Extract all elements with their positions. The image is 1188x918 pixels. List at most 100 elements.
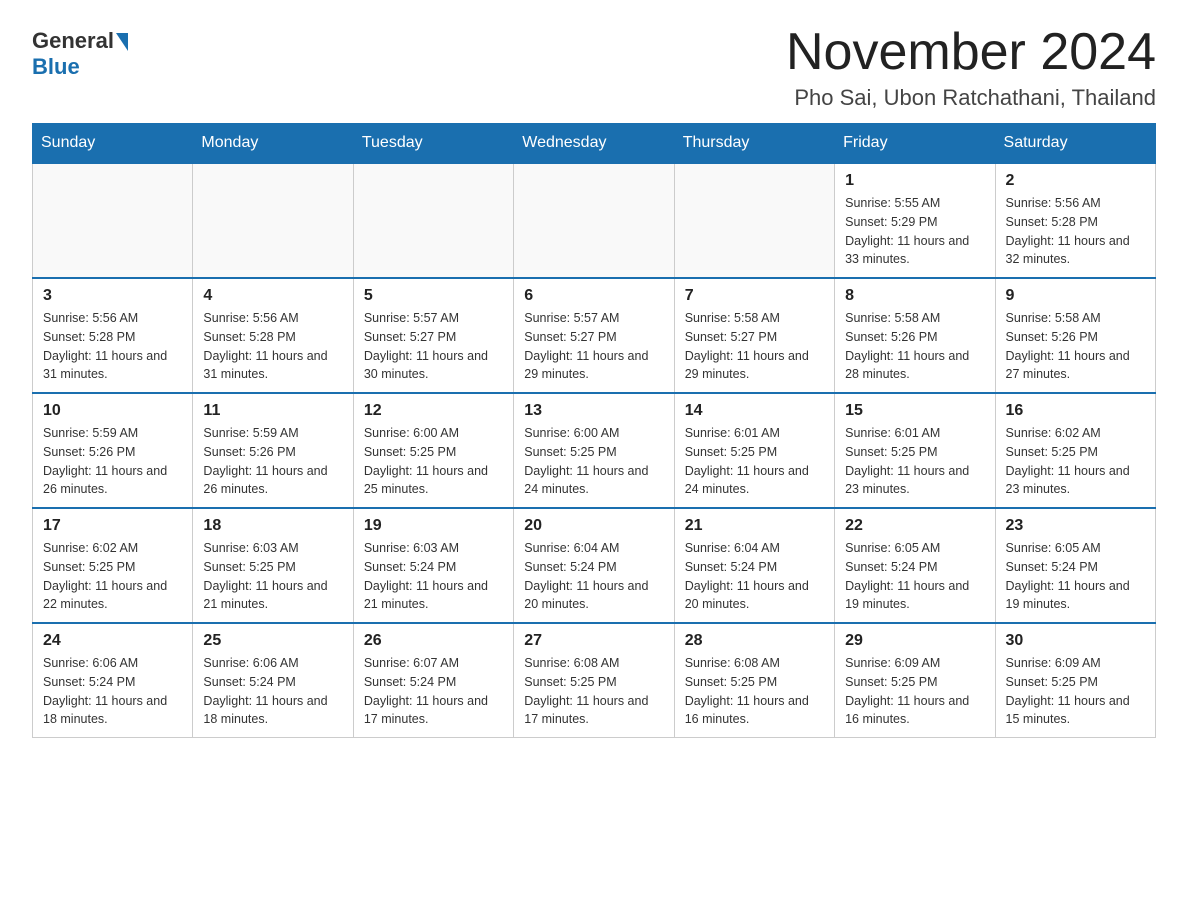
calendar-table: SundayMondayTuesdayWednesdayThursdayFrid… xyxy=(32,123,1156,738)
day-info: Sunrise: 6:00 AMSunset: 5:25 PMDaylight:… xyxy=(524,424,663,499)
day-info: Sunrise: 5:58 AMSunset: 5:26 PMDaylight:… xyxy=(1006,309,1145,384)
calendar-cell: 10 Sunrise: 5:59 AMSunset: 5:26 PMDayligh… xyxy=(33,393,193,508)
calendar-cell: 3 Sunrise: 5:56 AMSunset: 5:28 PMDaylight… xyxy=(33,278,193,393)
day-info: Sunrise: 5:56 AMSunset: 5:28 PMDaylight:… xyxy=(203,309,342,384)
day-info: Sunrise: 6:09 AMSunset: 5:25 PMDaylight:… xyxy=(845,654,984,729)
calendar-cell xyxy=(514,163,674,278)
calendar-week-3: 10 Sunrise: 5:59 AMSunset: 5:26 PMDayligh… xyxy=(33,393,1156,508)
calendar-cell: 12 Sunrise: 6:00 AMSunset: 5:25 PMDayligh… xyxy=(353,393,513,508)
day-info: Sunrise: 6:06 AMSunset: 5:24 PMDaylight:… xyxy=(43,654,182,729)
calendar-cell xyxy=(193,163,353,278)
day-number: 14 xyxy=(685,402,824,420)
day-number: 17 xyxy=(43,517,182,535)
logo: General Blue xyxy=(32,28,128,80)
day-info: Sunrise: 5:59 AMSunset: 5:26 PMDaylight:… xyxy=(203,424,342,499)
day-info: Sunrise: 6:03 AMSunset: 5:24 PMDaylight:… xyxy=(364,539,503,614)
column-header-tuesday: Tuesday xyxy=(353,124,513,164)
day-number: 11 xyxy=(203,402,342,420)
day-info: Sunrise: 5:58 AMSunset: 5:27 PMDaylight:… xyxy=(685,309,824,384)
calendar-cell: 5Sunrise: 5:57 AMSunset: 5:27 PMDaylight… xyxy=(353,278,513,393)
calendar-cell xyxy=(353,163,513,278)
day-number: 4 xyxy=(203,287,342,305)
calendar-cell: 19Sunrise: 6:03 AMSunset: 5:24 PMDayligh… xyxy=(353,508,513,623)
calendar-cell: 30 Sunrise: 6:09 AMSunset: 5:25 PMDayligh… xyxy=(995,623,1155,738)
calendar-cell xyxy=(674,163,834,278)
day-number: 1 xyxy=(845,172,984,190)
day-info: Sunrise: 5:56 AMSunset: 5:28 PMDaylight:… xyxy=(1006,194,1145,269)
calendar-cell: 15 Sunrise: 6:01 AMSunset: 5:25 PMDayligh… xyxy=(835,393,995,508)
calendar-cell: 21 Sunrise: 6:04 AMSunset: 5:24 PMDayligh… xyxy=(674,508,834,623)
day-info: Sunrise: 6:04 AMSunset: 5:24 PMDaylight:… xyxy=(685,539,824,614)
day-info: Sunrise: 6:01 AMSunset: 5:25 PMDaylight:… xyxy=(845,424,984,499)
day-number: 20 xyxy=(524,517,663,535)
day-number: 26 xyxy=(364,632,503,650)
calendar-cell: 28Sunrise: 6:08 AMSunset: 5:25 PMDayligh… xyxy=(674,623,834,738)
day-info: Sunrise: 6:08 AMSunset: 5:25 PMDaylight:… xyxy=(524,654,663,729)
calendar-cell: 8 Sunrise: 5:58 AMSunset: 5:26 PMDaylight… xyxy=(835,278,995,393)
day-info: Sunrise: 6:07 AMSunset: 5:24 PMDaylight:… xyxy=(364,654,503,729)
logo-general-text: General xyxy=(32,28,114,54)
day-number: 8 xyxy=(845,287,984,305)
day-number: 18 xyxy=(203,517,342,535)
calendar-cell: 29 Sunrise: 6:09 AMSunset: 5:25 PMDayligh… xyxy=(835,623,995,738)
day-info: Sunrise: 6:04 AMSunset: 5:24 PMDaylight:… xyxy=(524,539,663,614)
calendar-cell: 2Sunrise: 5:56 AMSunset: 5:28 PMDaylight… xyxy=(995,163,1155,278)
calendar-header-row: SundayMondayTuesdayWednesdayThursdayFrid… xyxy=(33,124,1156,164)
calendar-cell: 27 Sunrise: 6:08 AMSunset: 5:25 PMDayligh… xyxy=(514,623,674,738)
day-number: 13 xyxy=(524,402,663,420)
day-number: 5 xyxy=(364,287,503,305)
calendar-cell: 6Sunrise: 5:57 AMSunset: 5:27 PMDaylight… xyxy=(514,278,674,393)
day-number: 9 xyxy=(1006,287,1145,305)
calendar-cell: 11 Sunrise: 5:59 AMSunset: 5:26 PMDayligh… xyxy=(193,393,353,508)
column-header-friday: Friday xyxy=(835,124,995,164)
calendar-cell: 23Sunrise: 6:05 AMSunset: 5:24 PMDayligh… xyxy=(995,508,1155,623)
day-number: 28 xyxy=(685,632,824,650)
day-number: 7 xyxy=(685,287,824,305)
calendar-cell: 1Sunrise: 5:55 AMSunset: 5:29 PMDaylight… xyxy=(835,163,995,278)
day-number: 12 xyxy=(364,402,503,420)
calendar-cell: 4 Sunrise: 5:56 AMSunset: 5:28 PMDaylight… xyxy=(193,278,353,393)
day-number: 15 xyxy=(845,402,984,420)
calendar-cell: 9 Sunrise: 5:58 AMSunset: 5:26 PMDaylight… xyxy=(995,278,1155,393)
day-number: 10 xyxy=(43,402,182,420)
calendar-week-2: 3 Sunrise: 5:56 AMSunset: 5:28 PMDaylight… xyxy=(33,278,1156,393)
day-info: Sunrise: 6:02 AMSunset: 5:25 PMDaylight:… xyxy=(43,539,182,614)
day-info: Sunrise: 6:06 AMSunset: 5:24 PMDaylight:… xyxy=(203,654,342,729)
calendar-cell: 22 Sunrise: 6:05 AMSunset: 5:24 PMDayligh… xyxy=(835,508,995,623)
page-header: General Blue November 2024 Pho Sai, Ubon… xyxy=(32,24,1156,111)
calendar-cell xyxy=(33,163,193,278)
day-info: Sunrise: 6:05 AMSunset: 5:24 PMDaylight:… xyxy=(845,539,984,614)
calendar-cell: 13 Sunrise: 6:00 AMSunset: 5:25 PMDayligh… xyxy=(514,393,674,508)
day-number: 3 xyxy=(43,287,182,305)
day-info: Sunrise: 6:03 AMSunset: 5:25 PMDaylight:… xyxy=(203,539,342,614)
day-number: 25 xyxy=(203,632,342,650)
column-header-thursday: Thursday xyxy=(674,124,834,164)
day-info: Sunrise: 5:59 AMSunset: 5:26 PMDaylight:… xyxy=(43,424,182,499)
day-info: Sunrise: 6:01 AMSunset: 5:25 PMDaylight:… xyxy=(685,424,824,499)
calendar-cell: 18 Sunrise: 6:03 AMSunset: 5:25 PMDayligh… xyxy=(193,508,353,623)
day-info: Sunrise: 6:00 AMSunset: 5:25 PMDaylight:… xyxy=(364,424,503,499)
day-info: Sunrise: 5:58 AMSunset: 5:26 PMDaylight:… xyxy=(845,309,984,384)
day-number: 22 xyxy=(845,517,984,535)
day-info: Sunrise: 5:56 AMSunset: 5:28 PMDaylight:… xyxy=(43,309,182,384)
day-number: 29 xyxy=(845,632,984,650)
day-number: 27 xyxy=(524,632,663,650)
day-info: Sunrise: 6:09 AMSunset: 5:25 PMDaylight:… xyxy=(1006,654,1145,729)
calendar-cell: 17 Sunrise: 6:02 AMSunset: 5:25 PMDayligh… xyxy=(33,508,193,623)
calendar-cell: 24 Sunrise: 6:06 AMSunset: 5:24 PMDayligh… xyxy=(33,623,193,738)
column-header-wednesday: Wednesday xyxy=(514,124,674,164)
day-info: Sunrise: 6:02 AMSunset: 5:25 PMDaylight:… xyxy=(1006,424,1145,499)
calendar-cell: 20 Sunrise: 6:04 AMSunset: 5:24 PMDayligh… xyxy=(514,508,674,623)
calendar-cell: 26 Sunrise: 6:07 AMSunset: 5:24 PMDayligh… xyxy=(353,623,513,738)
calendar-week-1: 1Sunrise: 5:55 AMSunset: 5:29 PMDaylight… xyxy=(33,163,1156,278)
day-number: 30 xyxy=(1006,632,1145,650)
day-number: 21 xyxy=(685,517,824,535)
day-number: 6 xyxy=(524,287,663,305)
calendar-week-5: 24 Sunrise: 6:06 AMSunset: 5:24 PMDayligh… xyxy=(33,623,1156,738)
calendar-cell: 14 Sunrise: 6:01 AMSunset: 5:25 PMDayligh… xyxy=(674,393,834,508)
column-header-sunday: Sunday xyxy=(33,124,193,164)
logo-triangle-icon xyxy=(116,33,128,51)
day-number: 24 xyxy=(43,632,182,650)
day-number: 16 xyxy=(1006,402,1145,420)
column-header-monday: Monday xyxy=(193,124,353,164)
